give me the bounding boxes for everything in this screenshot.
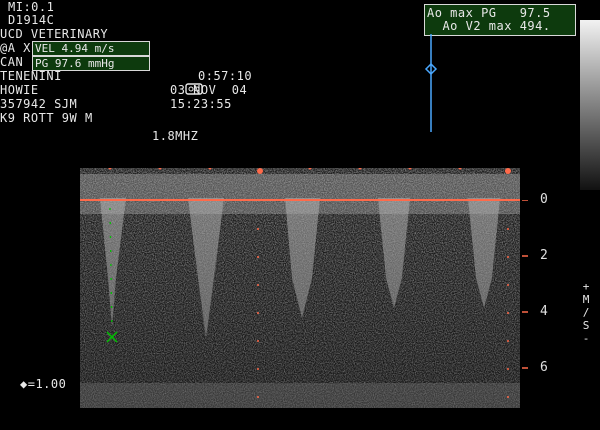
scale-ticks xyxy=(522,200,528,369)
clinic-line2-prefix: @A X xyxy=(0,41,31,55)
probe-frequency: 1.8MHZ xyxy=(152,129,199,143)
scale-tick-0: 0 xyxy=(540,192,548,207)
timer: 0:57:10 xyxy=(198,69,253,83)
unit-char: S xyxy=(582,319,590,332)
clinic-name: UCD VETERINARY xyxy=(0,27,109,41)
unit-char: + xyxy=(582,280,590,293)
scale-tick-2: 2 xyxy=(540,248,548,263)
spectral-doppler-display xyxy=(80,168,520,408)
unit-char: / xyxy=(582,306,590,319)
owner-name: TENENINI xyxy=(0,69,62,83)
probe-id: D1914C xyxy=(8,13,55,27)
exam-time: 15:23:55 xyxy=(170,97,232,111)
velocity-readout: VEL 4.94 m/s xyxy=(32,41,150,56)
unit-char: - xyxy=(582,332,590,345)
ao-v2-max: Ao V2 max 494. xyxy=(427,19,551,33)
scale-tick-4: 4 xyxy=(540,304,548,319)
patient-name: HOWIE xyxy=(0,83,39,97)
patient-id: 357942 SJM xyxy=(0,97,78,111)
scale-tick-6: 6 xyxy=(540,360,548,375)
measurement-box: Ao max PG 97.5 Ao V2 max 494. xyxy=(424,4,576,36)
unit-char: M xyxy=(582,293,590,306)
species-info: K9 ROTT 9W M xyxy=(0,111,93,125)
zoom-factor: ◆=1.00 xyxy=(20,377,67,391)
doppler-cursor[interactable] xyxy=(420,34,444,134)
exam-date: 03 NOV 04 xyxy=(170,83,248,97)
grayscale-bar xyxy=(580,20,600,190)
velocity-unit-label: + M / S - xyxy=(580,280,592,345)
clinic-line3-prefix: CAN xyxy=(0,55,24,69)
